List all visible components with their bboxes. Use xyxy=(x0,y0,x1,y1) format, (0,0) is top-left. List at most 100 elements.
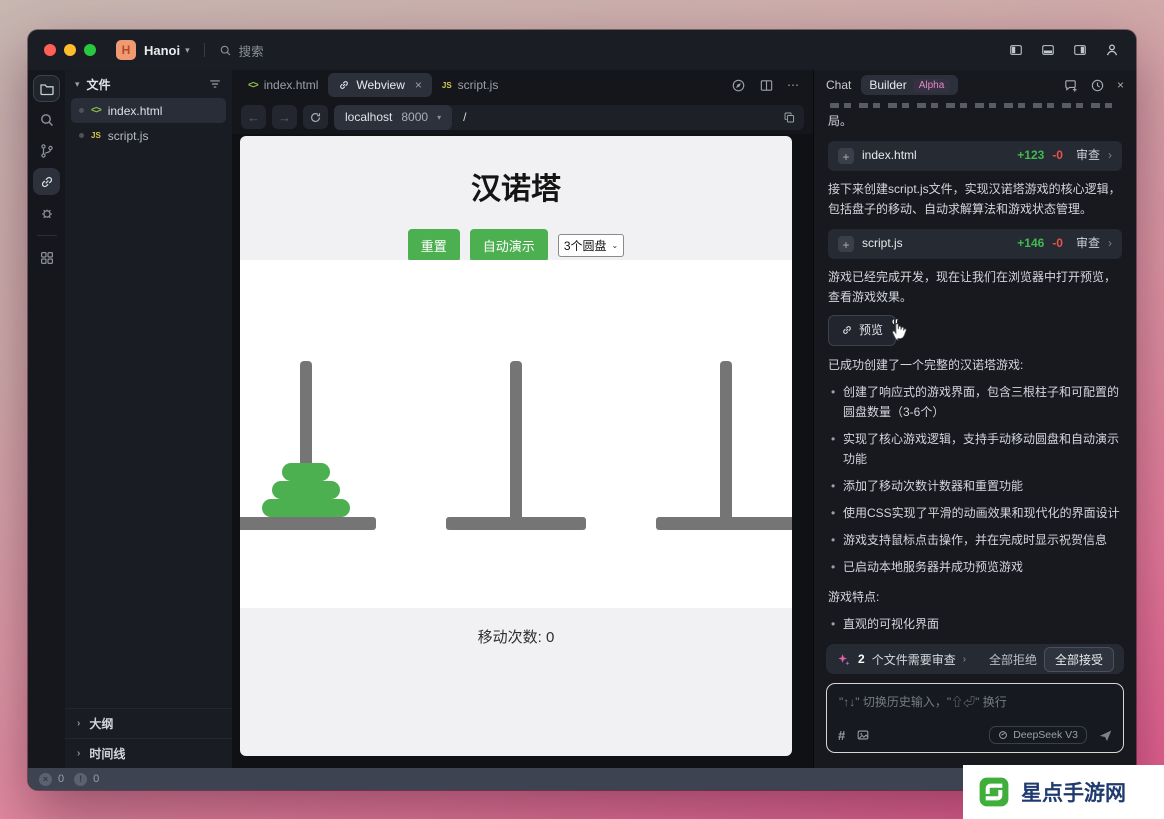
list-item: 游戏支持鼠标点击操作，并在完成时显示祝贺信息 xyxy=(831,531,1122,551)
global-search[interactable]: 搜索 xyxy=(219,41,264,60)
feature-list-1: 创建了响应式的游戏界面，包含三根柱子和可配置的圆盘数量（3-6个） 实现了核心游… xyxy=(828,383,1122,577)
file-status-dot xyxy=(79,108,84,113)
toggle-right-panel-icon[interactable] xyxy=(1072,43,1088,57)
add-file-icon: + xyxy=(838,235,854,252)
file-change-card-index[interactable]: + index.html +123 -0 审查 › xyxy=(828,140,1122,171)
peg-base-3[interactable] xyxy=(656,517,792,530)
search-sidebar-icon[interactable] xyxy=(33,106,60,133)
extensions-icon[interactable] xyxy=(33,244,60,271)
activity-bar xyxy=(28,70,65,768)
disk-count-select[interactable]: 3个圆盘 ⌄ xyxy=(557,234,625,257)
files-section-header[interactable]: ▾ 文件 xyxy=(65,70,232,98)
close-tab-icon[interactable]: × xyxy=(415,78,422,92)
move-counter: 移动次数: 0 xyxy=(477,629,555,646)
chevron-down-icon: ⌄ xyxy=(611,241,619,250)
errors-icon[interactable]: × xyxy=(39,772,52,786)
new-chat-icon[interactable] xyxy=(1063,78,1078,93)
disk-small[interactable] xyxy=(282,463,330,481)
search-label: 搜索 xyxy=(238,44,264,59)
more-actions-icon[interactable]: ⋯ xyxy=(787,78,799,92)
send-icon[interactable] xyxy=(1098,728,1113,743)
watermark-logo-icon xyxy=(976,774,1012,810)
project-avatar[interactable]: H xyxy=(116,40,136,60)
address-bar[interactable]: localhost 8000 ▾ / xyxy=(334,104,804,130)
reject-all-button[interactable]: 全部拒绝 xyxy=(989,651,1037,668)
split-editor-icon[interactable] xyxy=(759,78,774,93)
close-panel-icon[interactable]: × xyxy=(1117,78,1124,92)
builder-label: Builder xyxy=(869,78,907,92)
context-hash-icon[interactable]: # xyxy=(838,728,845,743)
chevron-right-icon: › xyxy=(77,748,81,759)
add-file-icon: + xyxy=(838,147,854,164)
game-title: 汉诺塔 xyxy=(471,173,561,206)
source-control-icon[interactable] xyxy=(33,137,60,164)
preview-label: 预览 xyxy=(859,322,884,337)
peg-base-2[interactable] xyxy=(446,517,586,530)
explorer-icon[interactable] xyxy=(33,75,60,102)
peg-rod-2[interactable] xyxy=(510,361,522,517)
filter-icon[interactable] xyxy=(208,77,222,91)
copy-url-icon[interactable] xyxy=(783,111,796,124)
review-bar: 2 个文件需要审查 › 全部拒绝 全部接受 xyxy=(826,644,1124,674)
maximize-window-button[interactable] xyxy=(84,44,96,56)
review-label: 个文件需要审查 xyxy=(871,652,956,667)
peg-base-1[interactable] xyxy=(240,517,376,530)
reset-button[interactable]: 重置 xyxy=(407,229,460,262)
path-value[interactable]: / xyxy=(463,110,783,124)
assistant-message: 接下来创建script.js文件，实现汉诺塔游戏的核心逻辑，包括盘子的移动、自动… xyxy=(828,181,1121,216)
peg-rod-3[interactable] xyxy=(720,361,732,517)
chevron-down-icon[interactable]: ▾ xyxy=(437,113,441,122)
chevron-down-icon[interactable]: ▾ xyxy=(185,45,190,56)
forward-button[interactable]: → xyxy=(272,105,297,129)
alpha-badge: Alpha xyxy=(912,78,951,92)
tab-label: script.js xyxy=(457,78,499,92)
chat-input[interactable]: "↑↓" 切换历史输入，"⇧⏎" 换行 # DeepSeek V3 xyxy=(826,683,1124,753)
host-port-segment[interactable]: localhost 8000 ▾ xyxy=(334,104,453,130)
review-link[interactable]: 审查 xyxy=(1076,146,1100,166)
disk-medium[interactable] xyxy=(272,481,340,499)
warnings-count: 0 xyxy=(93,773,100,785)
tab-webview[interactable]: Webview × xyxy=(328,73,432,97)
chevron-down-icon: ▾ xyxy=(75,78,80,89)
reload-button[interactable] xyxy=(303,105,328,129)
back-button[interactable]: ← xyxy=(241,105,266,129)
errors-count: 0 xyxy=(58,773,65,785)
chevron-right-icon[interactable]: › xyxy=(963,654,966,665)
review-count: 2 xyxy=(858,652,865,666)
sparkle-icon xyxy=(836,652,851,667)
preview-button[interactable]: 预览 xyxy=(828,314,897,347)
js-icon: JS xyxy=(91,131,101,140)
timeline-section[interactable]: › 时间线 xyxy=(65,738,232,768)
host-value: localhost xyxy=(345,110,393,124)
port-value: 8000 xyxy=(401,110,429,124)
tab-builder[interactable]: Builder Alpha xyxy=(861,75,959,95)
toggle-bottom-panel-icon[interactable] xyxy=(1040,43,1056,57)
warnings-icon[interactable]: ! xyxy=(74,772,88,786)
open-in-browser-icon[interactable] xyxy=(731,78,746,93)
minimize-window-button[interactable] xyxy=(64,44,76,56)
tab-index-html[interactable]: <> index.html xyxy=(238,73,328,97)
model-selector[interactable]: DeepSeek V3 xyxy=(989,726,1087,744)
toggle-left-panel-icon[interactable] xyxy=(1008,43,1024,57)
attach-image-icon[interactable] xyxy=(856,728,870,742)
close-window-button[interactable] xyxy=(44,44,56,56)
tab-chat[interactable]: Chat xyxy=(826,78,851,92)
tab-script-js[interactable]: JS script.js xyxy=(432,73,508,97)
code-brackets-icon: <> xyxy=(91,105,102,116)
file-item-index-html[interactable]: <> index.html xyxy=(71,98,226,123)
account-icon[interactable] xyxy=(1104,42,1120,58)
accept-all-button[interactable]: 全部接受 xyxy=(1043,646,1114,672)
disk-large[interactable] xyxy=(262,499,350,517)
chat-input-placeholder: "↑↓" 切换历史输入，"⇧⏎" 换行 xyxy=(839,695,1007,709)
project-name[interactable]: Hanoi xyxy=(144,43,180,58)
history-icon[interactable] xyxy=(1090,78,1105,93)
file-item-script-js[interactable]: JS script.js xyxy=(71,123,226,148)
auto-demo-button[interactable]: 自动演示 xyxy=(469,229,548,262)
webview-page: 汉诺塔 重置 自动演示 3个圆盘 ⌄ 移动次数: 0 xyxy=(240,136,792,756)
debug-icon[interactable] xyxy=(33,199,60,226)
webview-panel-icon[interactable] xyxy=(33,168,60,195)
outline-section[interactable]: › 大纲 xyxy=(65,708,232,738)
review-link[interactable]: 审查 xyxy=(1076,234,1100,254)
file-change-card-script[interactable]: + script.js +146 -0 审查 › xyxy=(828,228,1122,259)
chat-header: Chat Builder Alpha × xyxy=(814,70,1136,100)
